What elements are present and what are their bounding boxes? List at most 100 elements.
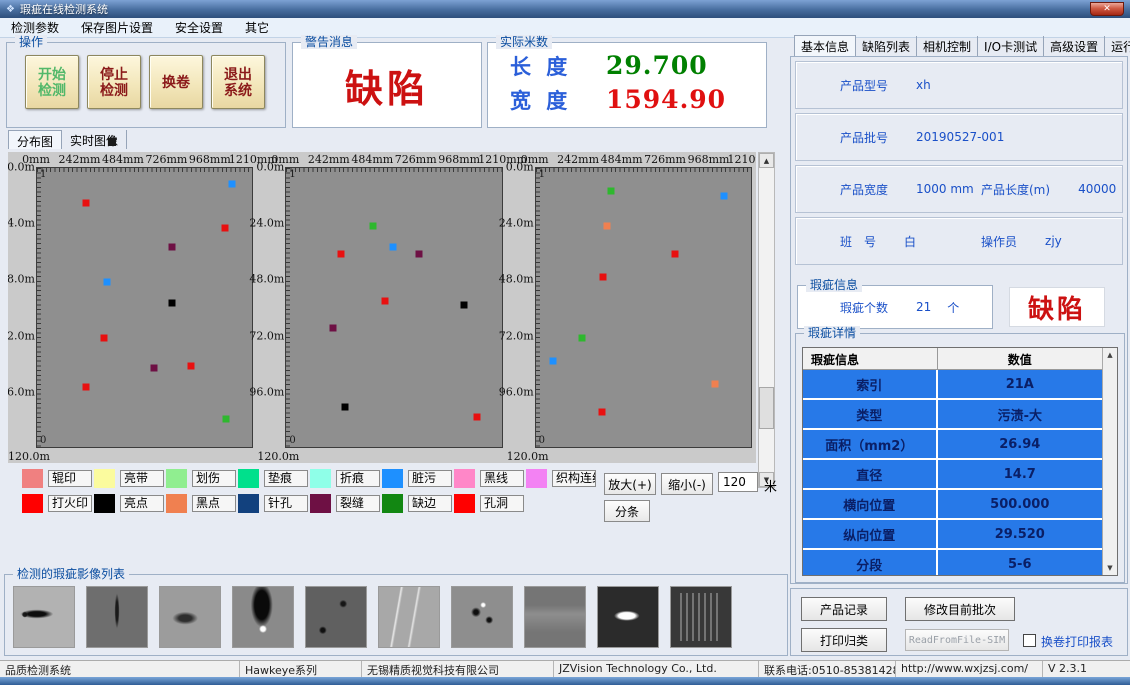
tab-高级设置[interactable]: 高级设置 <box>1044 36 1105 57</box>
op-button-label: 停止 <box>100 66 128 82</box>
defect-thumbnail[interactable] <box>159 586 221 648</box>
tab-缺陷列表[interactable]: 缺陷列表 <box>856 36 917 57</box>
defect-thumbnail[interactable] <box>232 586 294 648</box>
plots-scrollbar[interactable]: ▲ ▼ <box>758 152 775 488</box>
product-info: 产品型号xh产品批号20190527-001产品宽度1000 mm产品长度(m)… <box>791 57 1127 273</box>
plot-panel-2: 0mm242mm484mm726mm968mm1210mm0.0m24.0m48… <box>257 152 506 463</box>
close-button[interactable]: ✕ <box>1090 2 1124 16</box>
legend-swatch <box>238 494 259 513</box>
x-axis-labels: 0mm242mm484mm726mm968mm1210mm <box>535 152 752 167</box>
legend-item: 垫痕 <box>238 469 310 488</box>
menu-item[interactable]: 其它 <box>234 18 280 37</box>
scatter-plot-2[interactable]: 10 <box>285 167 502 448</box>
plot-corner-label: 0 <box>539 435 545 446</box>
legend-swatch <box>310 494 331 513</box>
tab-I/O卡测试[interactable]: I/O卡测试 <box>978 36 1044 57</box>
y-tick-label: 24.0m <box>249 217 284 230</box>
plot-corner-label: 0 <box>40 435 46 446</box>
op-button-exit[interactable]: 退出系统 <box>211 55 265 109</box>
scatter-plot-1[interactable]: 10 <box>36 167 253 448</box>
table-row[interactable]: 分段5-6 <box>803 550 1102 575</box>
zoom-out-button[interactable]: 缩小(-) <box>661 473 713 495</box>
data-point <box>100 334 107 341</box>
legend-label: 折痕 <box>336 470 380 487</box>
defect-field-value: 21A <box>938 370 1102 398</box>
table-row[interactable]: 横向位置500.000 <box>803 490 1102 518</box>
x-tick-label: 726mm <box>395 153 437 166</box>
modify-batch-button[interactable]: 修改目前批次 <box>905 597 1015 621</box>
thumbnail-group-caption: 检测的瑕疵影像列表 <box>13 567 129 581</box>
print-class-button[interactable]: 打印归类 <box>801 628 887 652</box>
y-tick-label: 72.0m <box>499 329 534 342</box>
y-tick-label: 96.0m <box>249 385 284 398</box>
x-tick-label: 242mm <box>557 153 599 166</box>
scroll-up-button[interactable]: ▲ <box>759 153 774 168</box>
table-scrollbar[interactable]: ▲ ▼ <box>1102 348 1117 575</box>
table-scroll-up-icon[interactable]: ▲ <box>1107 348 1112 362</box>
table-row[interactable]: 直径14.7 <box>803 460 1102 488</box>
menu-item[interactable]: 安全设置 <box>164 18 234 37</box>
scatter-plot-3[interactable]: 10 <box>535 167 752 448</box>
legend-label: 织构连线 <box>552 470 596 487</box>
data-point <box>187 362 194 369</box>
defect-field-value: 14.7 <box>938 460 1102 488</box>
print-report-checkbox[interactable] <box>1023 634 1036 647</box>
data-point <box>222 416 229 423</box>
legend-label: 亮点 <box>120 495 164 512</box>
tab-分布图[interactable]: 分布图 <box>8 130 62 149</box>
zoom-in-button[interactable]: 放大(+) <box>604 473 656 495</box>
product-info-cell: 操作员zjy <box>981 233 1122 250</box>
defect-thumbnail[interactable] <box>451 586 513 648</box>
data-point <box>600 274 607 281</box>
defect-thumbnail[interactable] <box>86 586 148 648</box>
tab-运行状态信息[interactable]: 运行状态信息 <box>1105 36 1130 57</box>
defect-thumbnail[interactable] <box>305 586 367 648</box>
table-row[interactable]: 纵向位置29.520 <box>803 520 1102 548</box>
defect-thumbnail[interactable] <box>524 586 586 648</box>
table-row[interactable]: 索引21A <box>803 370 1102 398</box>
menu-item[interactable]: 保存图片设置 <box>70 18 164 37</box>
table-row[interactable]: 面积（mm2）26.94 <box>803 430 1102 458</box>
title-bar: ❖ 瑕疵在线检测系统 ✕ <box>0 0 1130 18</box>
field-value: 1000 mm <box>916 182 974 196</box>
table-row[interactable]: 类型污渍-大 <box>803 400 1102 428</box>
x-tick-label: 968mm <box>688 153 730 166</box>
product-info-cell: 产品型号xh <box>840 77 1122 94</box>
legend-item: 黑点 <box>166 494 238 513</box>
field-label: 产品批号 <box>840 129 888 146</box>
meters-input[interactable] <box>718 472 758 492</box>
tab-实时图像[interactable]: 实时图像 <box>62 130 127 149</box>
op-button-stop[interactable]: 停止检测 <box>87 55 141 109</box>
table-header: 瑕疵信息 数值 <box>803 348 1102 370</box>
defect-thumbnail[interactable] <box>597 586 659 648</box>
tab-相机控制[interactable]: 相机控制 <box>917 36 978 57</box>
data-point <box>381 297 388 304</box>
legend-item: 亮带 <box>94 469 166 488</box>
meters-group: 实际米数 长 度29.700宽 度1594.90 <box>487 42 767 128</box>
defect-thumbnail[interactable] <box>670 586 732 648</box>
defect-thumbnail[interactable] <box>13 586 75 648</box>
op-button-start[interactable]: 开始检测 <box>25 55 79 109</box>
legend: 辊印亮带划伤垫痕折痕脏污黑线织构连线打火印亮点黑点针孔裂缝缺边孔洞 <box>22 469 600 519</box>
op-button-change-roll[interactable]: 换卷 <box>149 55 203 109</box>
plots-row: 0mm242mm484mm726mm968mm1210mm0.0m24.0m48… <box>8 152 756 463</box>
warning-group-caption: 警告消息 <box>301 35 357 49</box>
data-point <box>578 334 585 341</box>
operation-group-caption: 操作 <box>15 35 47 49</box>
split-button[interactable]: 分条 <box>604 500 650 522</box>
op-button-label: 开始 <box>38 66 66 82</box>
read-from-file-button[interactable]: ReadFromFile-SIM <box>905 629 1009 651</box>
window-title: 瑕疵在线检测系统 <box>20 1 1090 17</box>
legend-label: 脏污 <box>408 470 452 487</box>
close-icon: ✕ <box>1103 4 1111 14</box>
scrollbar-thumb[interactable] <box>759 387 774 429</box>
legend-item: 脏污 <box>382 469 454 488</box>
defect-thumbnail[interactable] <box>378 586 440 648</box>
table-scroll-down-icon[interactable]: ▼ <box>1107 561 1112 575</box>
scrollbar-track[interactable] <box>759 168 774 472</box>
legend-label: 黑线 <box>480 470 524 487</box>
product-record-button[interactable]: 产品记录 <box>801 597 887 621</box>
tab-基本信息[interactable]: 基本信息 <box>794 35 856 57</box>
defect-detail-table: 瑕疵信息 数值 索引21A类型污渍-大面积（mm2）26.94直径14.7横向位… <box>802 347 1118 576</box>
right-panel: 产品型号xh产品批号20190527-001产品宽度1000 mm产品长度(m)… <box>790 56 1128 584</box>
